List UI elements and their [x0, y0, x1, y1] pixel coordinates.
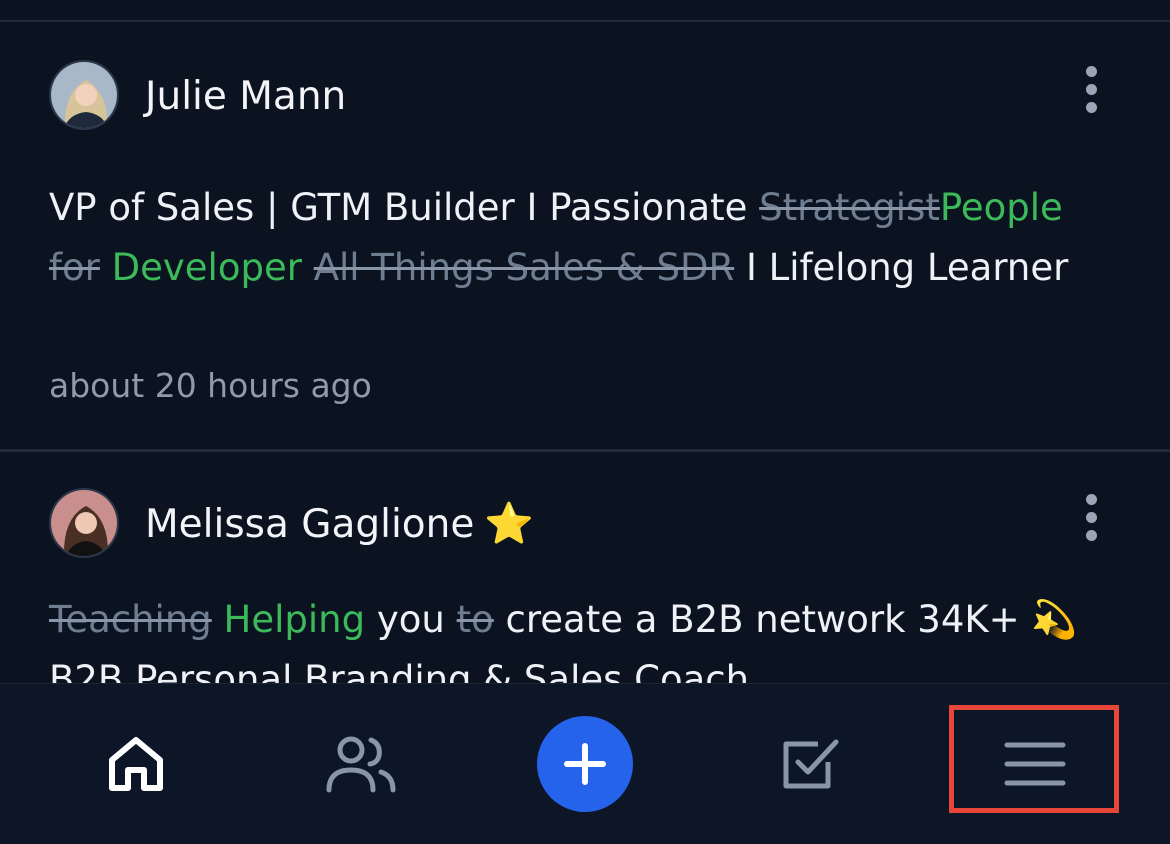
headline-removed-text: for [49, 246, 100, 289]
bottom-navigation [0, 683, 1170, 844]
author-name[interactable]: Melissa Gaglione ⭐ [145, 500, 534, 547]
feed-item[interactable]: Julie Mann VP of Sales | GTM Builder I P… [0, 22, 1170, 450]
star-icon: ⭐ [484, 501, 535, 547]
headline-removed-text: Strategist [759, 186, 940, 229]
nav-add[interactable] [505, 684, 665, 844]
headline-normal-text: you [365, 598, 457, 641]
headline-normal-text [302, 246, 314, 289]
headline-added-text: People [939, 186, 1063, 229]
headline-normal-text [212, 598, 224, 641]
headline-normal-text: VP of Sales | GTM Builder I Passionate [49, 186, 760, 229]
home-icon [109, 737, 163, 791]
plus-icon [564, 743, 606, 785]
add-button[interactable] [537, 716, 633, 812]
headline-diff: VP of Sales | GTM Builder I Passionate S… [49, 178, 1109, 298]
more-options-icon[interactable] [1080, 494, 1102, 550]
author-name-text: Melissa Gaglione [145, 502, 475, 547]
headline-normal-text [100, 246, 112, 289]
people-icon [326, 736, 396, 793]
timestamp: about 20 hours ago [49, 366, 372, 405]
nav-menu[interactable] [955, 684, 1115, 844]
headline-added-text: Developer [111, 246, 302, 289]
avatar-photo-icon [51, 490, 117, 556]
headline-diff: Teaching Helping you to create a B2B net… [49, 590, 1109, 692]
headline-added-text: Helping [223, 598, 366, 641]
checkbox-icon [783, 739, 839, 789]
avatar[interactable] [49, 60, 119, 130]
headline-removed-text: Teaching [49, 598, 212, 641]
author-name[interactable]: Julie Mann [145, 74, 346, 119]
nav-home[interactable] [56, 684, 216, 844]
nav-tasks[interactable] [730, 684, 890, 844]
more-options-icon[interactable] [1080, 66, 1102, 122]
nav-people[interactable] [281, 684, 441, 844]
menu-icon [1004, 742, 1066, 786]
feed-item[interactable]: Melissa Gaglione ⭐ Teaching Helping you t… [0, 452, 1170, 692]
headline-normal-text: I Lifelong Learner [734, 246, 1069, 289]
avatar-photo-icon [51, 62, 117, 128]
headline-removed-text: All Things Sales & SDR [313, 246, 735, 289]
avatar[interactable] [49, 488, 119, 558]
headline-removed-text: to [456, 598, 494, 641]
